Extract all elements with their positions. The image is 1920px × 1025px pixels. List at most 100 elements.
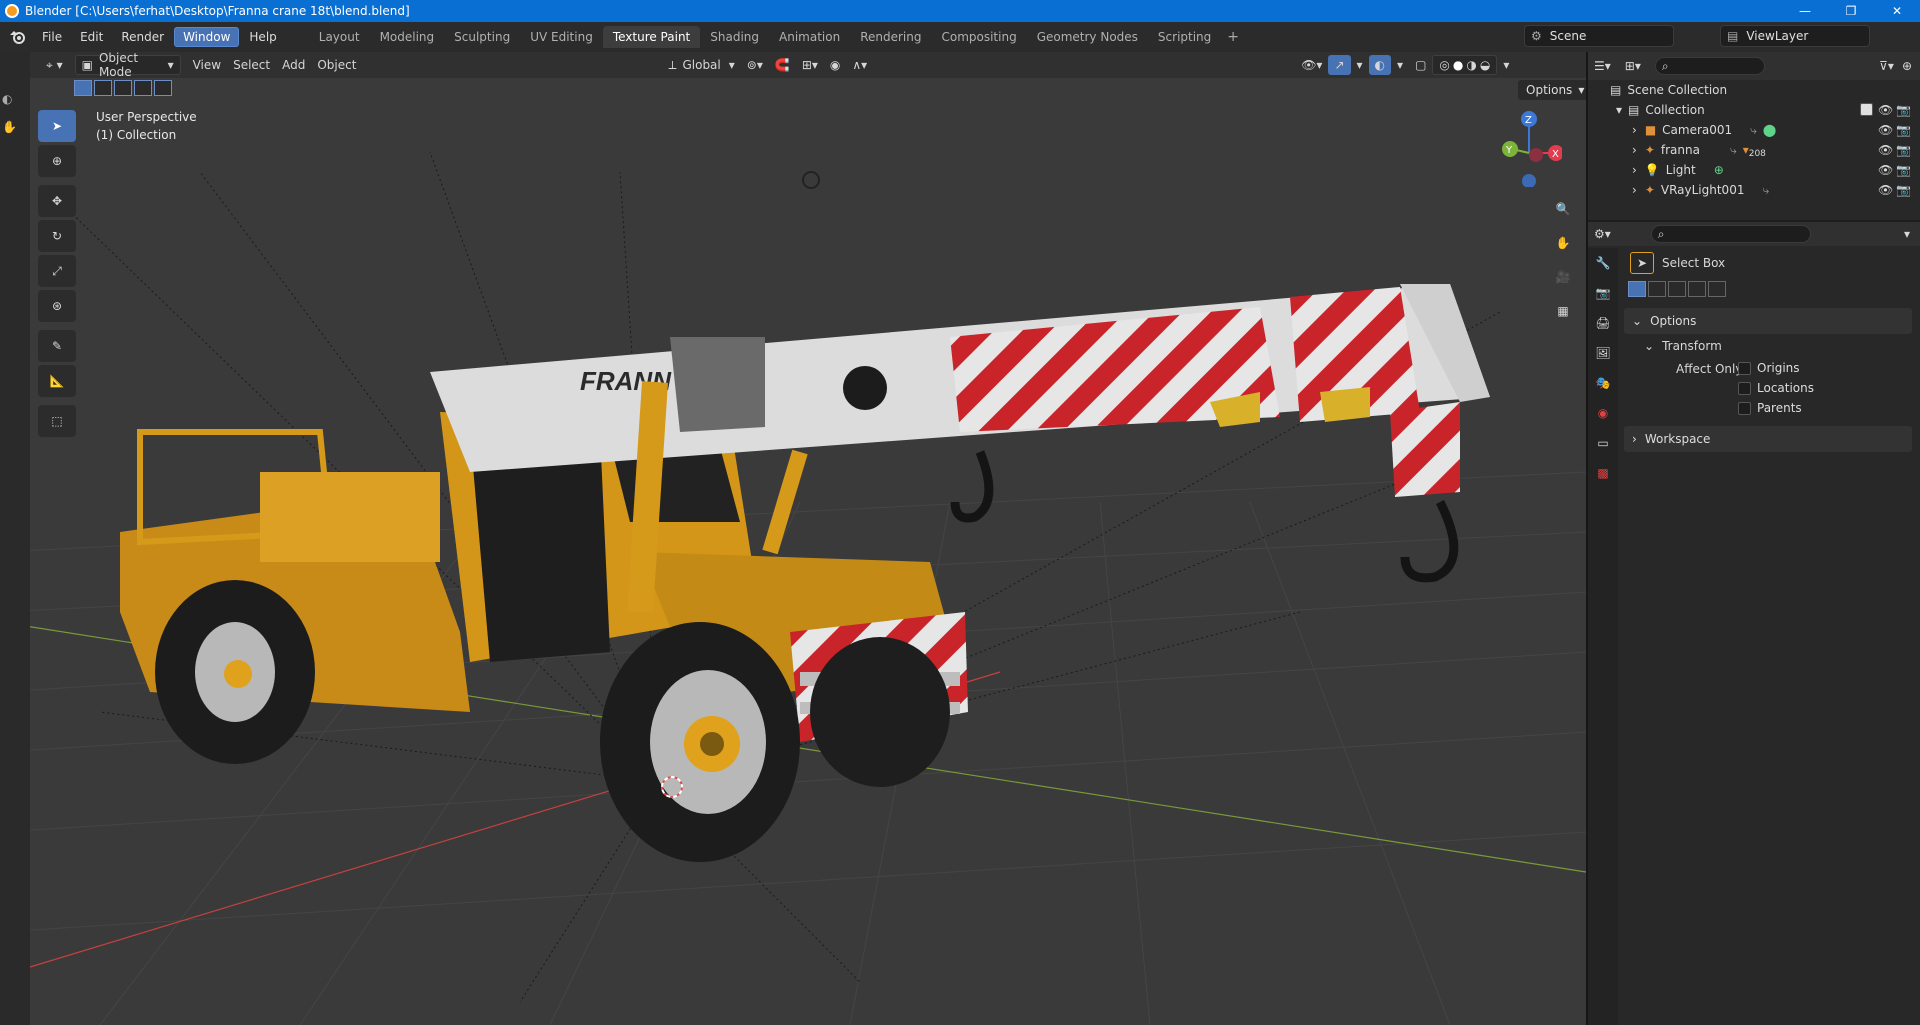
display-mode-icon[interactable]: ⊞▾ (1625, 59, 1641, 73)
tab-collection[interactable]: ▭ (1588, 428, 1618, 458)
tab-uv-editing[interactable]: UV Editing (520, 26, 603, 48)
solid-shading-icon[interactable]: ● (1453, 58, 1463, 72)
view-layer-selector[interactable]: ▤ ViewLayer (1720, 25, 1870, 47)
visibility-button[interactable]: 👁▾ (1295, 55, 1328, 75)
tab-view-layer[interactable]: 🖼 (1588, 338, 1618, 368)
editor-type-icon[interactable]: ☰▾ (1594, 59, 1611, 73)
proportional-edit-button[interactable]: ◉ (824, 55, 846, 75)
tab-texture-paint[interactable]: Texture Paint (602, 26, 701, 48)
exclude-checkbox[interactable] (1860, 103, 1873, 116)
snap-button[interactable]: 🧲 (769, 55, 796, 75)
outliner-item-camera[interactable]: › ■ Camera001 ⤷ ⬤ 👁 📷 (1588, 120, 1920, 140)
mode-selector[interactable]: ▣ Object Mode ▾ (74, 52, 181, 79)
tab-layout[interactable]: Layout (309, 26, 370, 48)
cursor-tool[interactable]: ⊕ (38, 145, 76, 177)
pivot-button[interactable]: ⊚▾ (741, 55, 769, 75)
menu-view[interactable]: View (187, 55, 227, 75)
material-shading-icon[interactable]: ◑ (1466, 58, 1476, 72)
3d-viewport[interactable]: FRANN ⌖ ▾ ▣ Object Mode ▾ View Select Ad… (0, 52, 1586, 1025)
select-invert-button[interactable] (1688, 281, 1706, 297)
eye-icon[interactable]: 👁 (1878, 143, 1893, 157)
menu-render[interactable]: Render (113, 28, 172, 46)
editor-type-icon[interactable]: ⚙▾ (1594, 227, 1611, 241)
minimize-button[interactable]: — (1782, 0, 1828, 22)
scale-tool[interactable]: ⤢ (38, 255, 76, 287)
menu-object[interactable]: Object (311, 55, 362, 75)
eye-icon[interactable]: 👁 (1878, 183, 1893, 197)
menu-file[interactable]: File (34, 28, 70, 46)
gizmo-toggle[interactable]: ↗ (1328, 55, 1351, 75)
tab-render[interactable]: 📷 (1588, 278, 1618, 308)
rendered-shading-icon[interactable]: ◒ (1480, 58, 1490, 72)
scene-selector[interactable]: ⚙ Scene (1524, 25, 1674, 47)
select-extend-button[interactable] (1648, 281, 1666, 297)
select-intersect-button[interactable] (1708, 281, 1726, 297)
select-intersect-button[interactable] (154, 80, 172, 96)
tab-tool[interactable]: 🔧 (1588, 248, 1618, 278)
transform-tool[interactable]: ⊛ (38, 290, 76, 322)
measure-tool[interactable]: 📐 (38, 365, 76, 397)
render-camera-icon[interactable]: 📷 (1896, 163, 1911, 177)
render-camera-icon[interactable]: 📷 (1896, 123, 1911, 137)
overlay-toggle[interactable]: ◐ (1368, 55, 1392, 75)
maximize-button[interactable]: ❐ (1828, 0, 1874, 22)
tab-texture[interactable]: ▩ (1588, 458, 1618, 488)
tab-geometry-nodes[interactable]: Geometry Nodes (1027, 26, 1148, 48)
tab-animation[interactable]: Animation (769, 26, 850, 48)
shading-modes[interactable]: ◎ ● ◑ ◒ (1432, 55, 1498, 75)
new-collection-icon[interactable]: ⊕ (1902, 59, 1912, 73)
xray-button[interactable]: ▢ (1409, 55, 1432, 75)
outliner-item-vraylight[interactable]: › ✦ VRayLight001 ⤷ 👁 📷 (1588, 180, 1920, 200)
menu-help[interactable]: Help (241, 28, 284, 46)
tab-world[interactable]: ◉ (1588, 398, 1618, 428)
menu-window[interactable]: Window (174, 27, 240, 47)
falloff-button[interactable]: ∧▾ (846, 55, 873, 75)
tab-scripting[interactable]: Scripting (1148, 26, 1221, 48)
menu-add[interactable]: Add (276, 55, 311, 75)
select-new-button[interactable] (74, 80, 92, 96)
select-box-tool[interactable]: ➤ (38, 110, 76, 142)
outliner-scene-collection[interactable]: ▤ Scene Collection (1588, 80, 1920, 100)
chevron-down-icon[interactable]: ▾ (1904, 227, 1910, 241)
render-camera-icon[interactable]: 📷 (1896, 103, 1911, 117)
shading-dropdown[interactable]: ▾ (1497, 55, 1515, 75)
select-invert-button[interactable] (134, 80, 152, 96)
transform-orientation[interactable]: ⟂ Global ▾ (662, 55, 740, 75)
gizmo-dropdown[interactable]: ▾ (1351, 55, 1369, 75)
overlay-dropdown[interactable]: ▾ (1391, 55, 1409, 75)
render-camera-icon[interactable]: 📷 (1896, 143, 1911, 157)
eye-icon[interactable]: 👁 (1878, 103, 1893, 117)
wireframe-shading-icon[interactable]: ◎ (1439, 58, 1449, 72)
add-workspace-button[interactable]: + (1221, 26, 1245, 48)
checkbox-box[interactable] (1738, 401, 1751, 415)
select-extend-button[interactable] (94, 80, 112, 96)
outliner-item-franna[interactable]: › ✦ franna ⤷ ▾ 208 👁 📷 (1588, 140, 1920, 160)
eye-icon[interactable]: 👁 (1878, 163, 1893, 177)
annotate-tool[interactable]: ✎ (38, 330, 76, 362)
zoom-button[interactable]: 🔍 (1548, 194, 1578, 224)
transform-subpanel-header[interactable]: ⌄ Transform (1620, 334, 1920, 358)
ortho-toggle-button[interactable]: ▦ (1548, 296, 1578, 326)
parents-checkbox[interactable]: Parents (1738, 398, 1802, 418)
editor-type-button[interactable]: ⌖ ▾ (40, 55, 69, 75)
menu-edit[interactable]: Edit (72, 28, 111, 46)
navigation-gizmo[interactable]: Z X Y (1496, 107, 1564, 247)
properties-search[interactable]: ⌕ (1650, 225, 1811, 243)
pan-button[interactable]: ✋ (1548, 228, 1578, 258)
select-subtract-button[interactable] (114, 80, 132, 96)
tab-shading[interactable]: Shading (700, 26, 769, 48)
camera-view-button[interactable]: 🎥 (1548, 262, 1578, 292)
blender-menu-icon[interactable] (6, 27, 30, 47)
render-camera-icon[interactable]: 📷 (1896, 183, 1911, 197)
rotate-tool[interactable]: ↻ (38, 220, 76, 252)
filter-icon[interactable]: ⊽▾ (1879, 59, 1894, 73)
eye-icon[interactable]: 👁 (1878, 123, 1893, 137)
tab-modeling[interactable]: Modeling (370, 26, 445, 48)
checkbox-box[interactable] (1738, 381, 1751, 395)
outliner-collection[interactable]: ▾ ▤ Collection 👁 📷 (1588, 100, 1920, 120)
add-cube-tool[interactable]: ⬚ (38, 405, 76, 437)
tab-scene[interactable]: 🎭 (1588, 368, 1618, 398)
checkbox-box[interactable] (1738, 361, 1751, 375)
options-dropdown[interactable]: Options ▾ (1518, 80, 1586, 100)
collapse-icon[interactable]: ◐ (2, 92, 30, 106)
